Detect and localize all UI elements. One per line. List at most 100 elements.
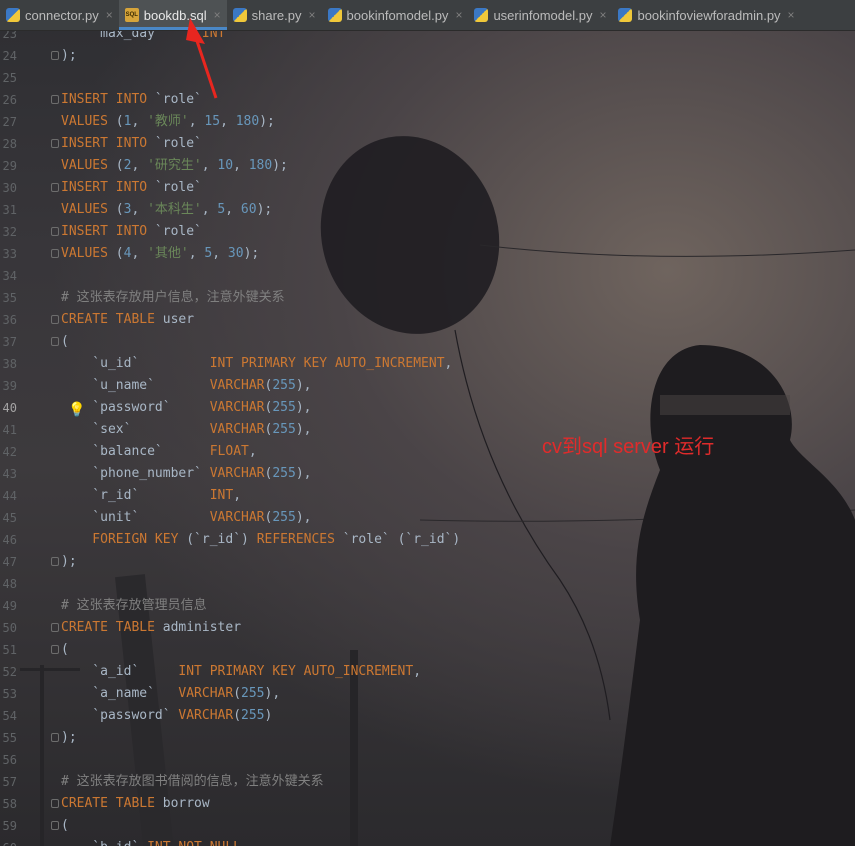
fold-marker-icon[interactable] (51, 821, 59, 830)
tab-connector-py[interactable]: connector.py × (0, 0, 119, 30)
code-token: INT PRIMARY KEY AUTO_INCREMENT (209, 356, 445, 371)
code-line[interactable]: 23 max_day INT (0, 31, 855, 45)
code-text: # 这张表存放图书借阅的信息，注意外键关系 (61, 771, 324, 793)
code-line[interactable]: 44 `r_id` INT, (0, 485, 855, 507)
fold-marker-icon[interactable] (51, 249, 59, 258)
code-line[interactable]: 27 VALUES (1, '教师', 15, 180); (0, 111, 855, 133)
code-token: INT NOT NULL (147, 840, 241, 846)
code-line[interactable]: 40 💡 `password` VARCHAR(255), (0, 397, 855, 419)
python-file-icon (327, 8, 342, 22)
code-line[interactable]: 54 `password` VARCHAR(255) (0, 705, 855, 727)
code-line[interactable]: 55); (0, 727, 855, 749)
code-token: INT (209, 488, 234, 503)
code-line[interactable]: 57 # 这张表存放图书借阅的信息，注意外键关系 (0, 771, 855, 793)
tab-bookdb-sql[interactable]: SQL bookdb.sql × (118, 0, 227, 30)
code-line[interactable]: 24); (0, 45, 855, 67)
code-line[interactable]: 49 # 这张表存放管理员信息 (0, 595, 855, 617)
close-icon[interactable]: × (214, 8, 221, 22)
code-text: FOREIGN KEY (`r_id`) REFERENCES `role` (… (61, 529, 460, 551)
close-icon[interactable]: × (309, 8, 316, 22)
tab-bookinfomodel-py[interactable]: bookinfomodel.py × (322, 0, 469, 30)
code-token: ( (115, 202, 124, 217)
close-icon[interactable]: × (455, 8, 462, 22)
tab-label: bookinfoviewforadmin.py (637, 7, 781, 23)
code-line[interactable]: 37 ( (0, 331, 855, 353)
code-line[interactable]: 51 ( (0, 639, 855, 661)
code-token: , (201, 158, 218, 173)
code-line[interactable]: 50 CREATE TABLE administer (0, 617, 855, 639)
code-text: CREATE TABLE administer (61, 617, 241, 639)
code-line[interactable]: 43 `phone_number` VARCHAR(255), (0, 463, 855, 485)
code-line[interactable]: 31 VALUES (3, '本科生', 5, 60); (0, 199, 855, 221)
code-editor[interactable]: 23 max_day INT 24); 25 26 INSERT INTO `role`… (0, 31, 855, 846)
tab-bookinfoviewforadmin-py[interactable]: bookinfoviewforadmin.py × (612, 0, 800, 30)
code-token: ); (61, 730, 77, 745)
line-number: 40 (2, 401, 17, 415)
code-text: `b_id` INT NOT NULL (61, 837, 241, 846)
code-token: `u_id` (61, 356, 210, 371)
fold-marker-icon[interactable] (51, 799, 59, 808)
code-token: ), (264, 686, 281, 701)
code-line[interactable]: 34 (0, 265, 855, 287)
code-line[interactable]: 47); (0, 551, 855, 573)
code-token: 255 (241, 686, 265, 701)
fold-marker-icon[interactable] (51, 645, 59, 654)
code-line[interactable]: 46 FOREIGN KEY (`r_id`) REFERENCES `role… (0, 529, 855, 551)
code-line[interactable]: 25 (0, 67, 855, 89)
code-token: '本科生' (147, 202, 202, 217)
code-token: ( (115, 246, 124, 261)
fold-marker-icon[interactable] (51, 183, 59, 192)
line-number: 33 (2, 247, 17, 261)
code-line[interactable]: 28 INSERT INTO `role` (0, 133, 855, 155)
code-text: ); (61, 45, 77, 67)
code-token: , (212, 246, 228, 261)
code-line[interactable]: 29 VALUES (2, '研究生', 10, 180); (0, 155, 855, 177)
code-line[interactable]: 33 VALUES (4, '其他', 5, 30); (0, 243, 855, 265)
fold-marker-icon[interactable] (51, 557, 59, 566)
code-line[interactable]: 38 `u_id` INT PRIMARY KEY AUTO_INCREMENT… (0, 353, 855, 375)
tab-userinfomodel-py[interactable]: userinfomodel.py × (468, 0, 612, 30)
code-text: max_day INT (61, 31, 225, 45)
line-number: 45 (2, 511, 17, 525)
tab-share-py[interactable]: share.py × (227, 0, 322, 30)
code-line[interactable]: 30 INSERT INTO `role` (0, 177, 855, 199)
fold-marker-icon[interactable] (51, 95, 59, 104)
code-token: ) (264, 708, 273, 723)
code-token: VARCHAR (209, 378, 265, 393)
code-line[interactable]: 32 INSERT INTO `role` (0, 221, 855, 243)
line-number: 34 (2, 269, 17, 283)
code-line[interactable]: 26 INSERT INTO `role` (0, 89, 855, 111)
line-number: 49 (2, 599, 17, 613)
code-line[interactable]: 36 CREATE TABLE user (0, 309, 855, 331)
code-line[interactable]: 39 `u_name` VARCHAR(255), (0, 375, 855, 397)
code-token: ); (256, 202, 273, 217)
fold-marker-icon[interactable] (51, 337, 59, 346)
fold-marker-icon[interactable] (51, 623, 59, 632)
fold-marker-icon[interactable] (51, 51, 59, 60)
code-line[interactable]: 45 `unit` VARCHAR(255), (0, 507, 855, 529)
code-line[interactable]: 41 `sex` VARCHAR(255), (0, 419, 855, 441)
line-number: 28 (2, 137, 17, 151)
code-line[interactable]: 59 ( (0, 815, 855, 837)
code-line[interactable]: 52 `a_id` INT PRIMARY KEY AUTO_INCREMENT… (0, 661, 855, 683)
fold-marker-icon[interactable] (51, 139, 59, 148)
code-token: `phone_number` (61, 466, 210, 481)
close-icon[interactable]: × (106, 8, 113, 22)
code-line[interactable]: 56 (0, 749, 855, 771)
code-token: CREATE TABLE (61, 620, 163, 635)
fold-marker-icon[interactable] (51, 227, 59, 236)
code-token: VALUES (61, 202, 116, 217)
line-number: 58 (2, 797, 17, 811)
close-icon[interactable]: × (788, 8, 795, 22)
fold-marker-icon[interactable] (51, 733, 59, 742)
code-line[interactable]: 60 `b_id` INT NOT NULL (0, 837, 855, 846)
code-line[interactable]: 48 (0, 573, 855, 595)
code-line[interactable]: 35 # 这张表存放用户信息，注意外键关系 (0, 287, 855, 309)
fold-marker-icon[interactable] (51, 315, 59, 324)
code-line[interactable]: 53 `a_name` VARCHAR(255), (0, 683, 855, 705)
code-token: , (131, 158, 148, 173)
code-line[interactable]: 42 `balance` FLOAT, (0, 441, 855, 463)
code-line[interactable]: 58 CREATE TABLE borrow (0, 793, 855, 815)
close-icon[interactable]: × (599, 8, 606, 22)
line-number: 55 (2, 731, 17, 745)
